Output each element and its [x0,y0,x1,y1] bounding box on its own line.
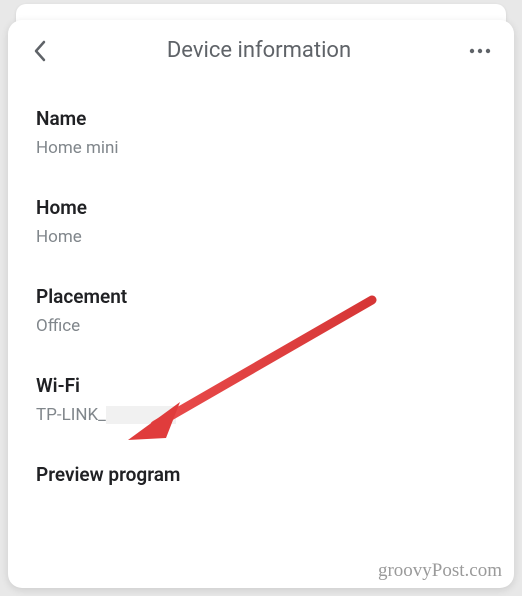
wifi-value: TP-LINK_ [36,405,486,425]
placement-value: Office [36,316,486,336]
section-home[interactable]: Home Home [36,176,486,265]
home-value: Home [36,227,486,247]
wifi-redacted-area [106,406,176,424]
section-name[interactable]: Name Home mini [36,87,486,176]
preview-label: Preview program [36,463,486,486]
section-placement[interactable]: Placement Office [36,265,486,354]
name-value: Home mini [36,138,486,158]
back-button[interactable] [28,39,52,63]
page-title: Device information [52,38,466,63]
content-area: Name Home mini Home Home Placement Offic… [8,77,514,522]
section-wifi[interactable]: Wi-Fi TP-LINK_ [36,354,486,443]
more-horizontal-icon [469,48,491,54]
wifi-label: Wi-Fi [36,374,486,397]
placement-label: Placement [36,285,486,308]
section-preview-program[interactable]: Preview program [36,443,486,512]
header-bar: Device information [8,20,514,77]
home-label: Home [36,196,486,219]
device-info-card: Device information Name Home mini Home H… [8,20,514,588]
more-options-button[interactable] [466,39,494,63]
wifi-prefix: TP-LINK_ [36,405,106,425]
name-label: Name [36,107,486,130]
chevron-left-icon [33,40,47,62]
